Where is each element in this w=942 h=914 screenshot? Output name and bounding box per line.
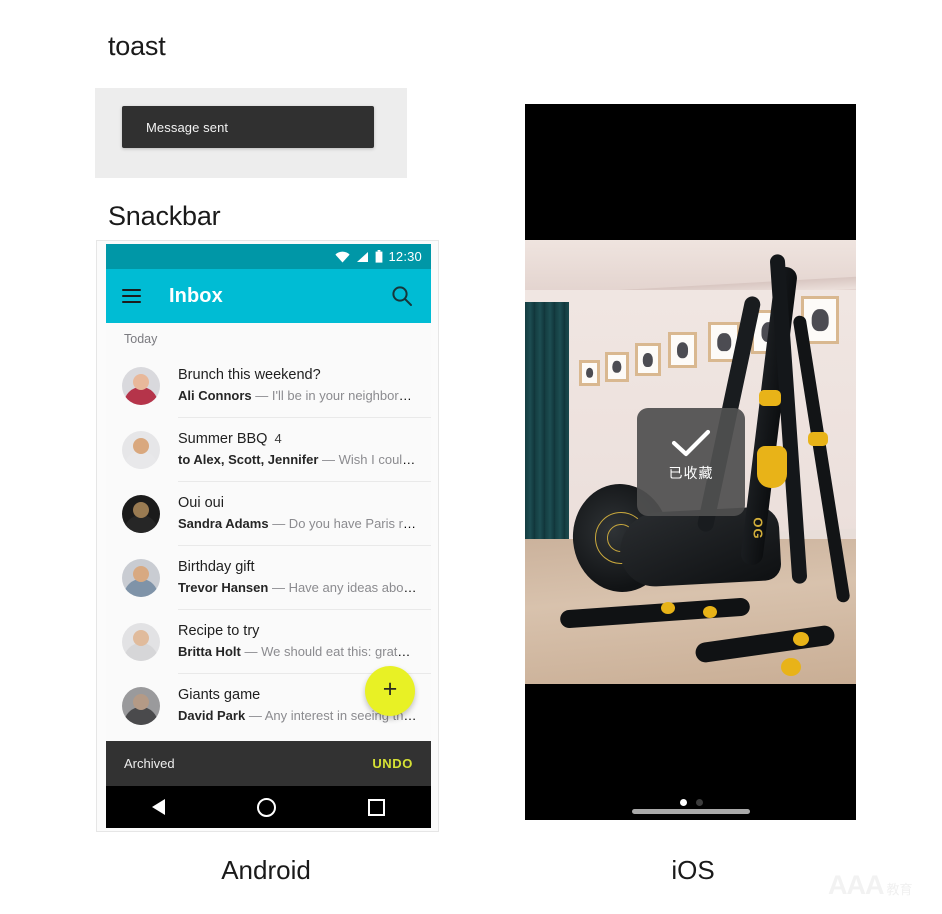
email-text-block: Birthday gift Trevor Hansen — Have any i… (178, 558, 417, 597)
status-bar-time: 12:30 (388, 249, 422, 264)
avatar (122, 687, 160, 725)
snackbar-message: Archived (124, 756, 175, 771)
android-device-frame: 12:30 Inbox Today Brunch this weekend? A… (96, 240, 439, 832)
email-snippet: — Wish I could … (322, 451, 417, 467)
page-indicator-dots[interactable] (680, 799, 703, 806)
email-count: 4 (274, 431, 282, 447)
email-sender: David Park (178, 707, 246, 723)
checkmark-icon (671, 429, 711, 457)
android-app-bar: Inbox (106, 269, 431, 323)
avatar (122, 495, 160, 533)
plus-icon: + (382, 675, 398, 703)
toast-section-heading: toast (108, 31, 166, 61)
email-subject: Summer BBQ (178, 431, 268, 448)
ios-photo[interactable]: OG 已收藏 (525, 240, 856, 684)
avatar (122, 431, 160, 469)
hamburger-menu-icon[interactable] (122, 289, 141, 303)
avatar (122, 367, 160, 405)
back-triangle-icon[interactable] (152, 799, 165, 815)
email-subject: Birthday gift (178, 559, 255, 576)
avatar (122, 559, 160, 597)
email-list-item[interactable]: Oui oui Sandra Adams — Do you have Paris… (106, 482, 431, 546)
android-caption: Android (221, 855, 311, 885)
watermark-text: 教育 (886, 882, 913, 897)
android-navigation-bar (106, 786, 431, 828)
email-subject: Recipe to try (178, 623, 260, 640)
list-section-header: Today (124, 332, 158, 346)
email-sender: Trevor Hansen (178, 579, 269, 595)
email-sender: Britta Holt (178, 643, 241, 659)
email-sender: Ali Connors (178, 387, 252, 403)
email-snippet: — We should eat this: grated … (244, 643, 417, 659)
email-sender: to Alex, Scott, Jennifer (178, 451, 319, 467)
email-list-item[interactable]: Birthday gift Trevor Hansen — Have any i… (106, 546, 431, 610)
email-snippet: — Do you have Paris reco... (272, 515, 417, 531)
email-snippet: — I'll be in your neighborhood... (255, 387, 417, 403)
snackbar[interactable]: Archived UNDO (106, 741, 431, 786)
machine-logo: OG (750, 517, 766, 540)
watermark: AAA 教育 (828, 872, 913, 899)
ios-caption: iOS (671, 855, 715, 885)
email-subject: Brunch this weekend? (178, 367, 321, 384)
toast-message-box: Message sent (122, 106, 374, 148)
android-screen: 12:30 Inbox Today Brunch this weekend? A… (106, 244, 431, 828)
android-status-bar: 12:30 (106, 244, 431, 269)
page-dot-inactive[interactable] (696, 799, 703, 806)
avatar (122, 623, 160, 661)
snackbar-undo-button[interactable]: UNDO (372, 756, 413, 771)
email-text-block: Brunch this weekend? Ali Connors — I'll … (178, 366, 417, 405)
status-bar-icons (335, 250, 383, 263)
toast-message-text: Message sent (146, 119, 229, 135)
email-text-block: Oui oui Sandra Adams — Do you have Paris… (178, 494, 417, 533)
recents-square-icon[interactable] (368, 798, 385, 816)
ios-toast: 已收藏 (637, 408, 745, 516)
ios-device-frame: OG 已收藏 (525, 104, 856, 820)
floating-action-button[interactable]: + (365, 666, 415, 716)
email-list-item[interactable]: Recipe to try Britta Holt — We should ea… (106, 610, 431, 674)
search-icon[interactable] (391, 285, 413, 307)
email-list-item[interactable]: Summer BBQ 4 to Alex, Scott, Jennifer — W… (106, 418, 431, 482)
battery-icon (376, 250, 383, 263)
ios-toast-label: 已收藏 (668, 465, 714, 481)
page-dot-active[interactable] (680, 799, 687, 806)
email-snippet: — Have any ideas about … (271, 579, 417, 595)
signal-icon (357, 251, 369, 262)
watermark-logo: AAA (828, 870, 884, 900)
app-bar-title: Inbox (169, 284, 223, 307)
wifi-icon (335, 251, 351, 262)
home-indicator-bar[interactable] (632, 809, 750, 814)
email-text-block: Summer BBQ 4 to Alex, Scott, Jennifer — W… (178, 430, 417, 469)
email-sender: Sandra Adams (178, 515, 269, 531)
snackbar-section-heading: Snackbar (108, 201, 221, 231)
email-text-block: Recipe to try Britta Holt — We should ea… (178, 622, 417, 661)
home-circle-icon[interactable] (257, 797, 276, 817)
toast-demo-card: Message sent (95, 88, 407, 178)
email-list-item[interactable]: Brunch this weekend? Ali Connors — I'll … (106, 354, 431, 418)
email-subject: Giants game (178, 687, 261, 704)
email-subject: Oui oui (178, 495, 224, 512)
